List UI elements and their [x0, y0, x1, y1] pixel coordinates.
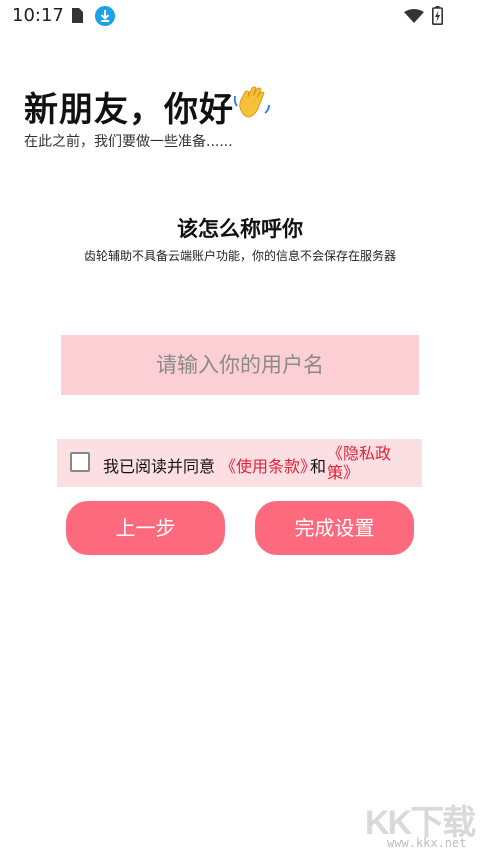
previous-step-button[interactable]: 上一步	[66, 501, 225, 555]
sim-card-icon	[72, 8, 83, 23]
watermark-url: www.kkx.net	[387, 836, 467, 850]
section-description: 齿轮辅助不具备云端账户功能，你的信息不会保存在服务器	[83, 249, 396, 263]
watermark: KK下载 www.kkx.net	[365, 795, 477, 853]
download-icon	[95, 6, 115, 26]
agree-conjunction-text: 和	[310, 457, 327, 476]
greeting-title: 新朋友，你好	[24, 90, 234, 130]
agree-checkbox[interactable]	[70, 452, 90, 472]
terms-of-use-link[interactable]: 《使用条款》	[220, 453, 316, 477]
waving-hand-icon	[233, 86, 270, 118]
status-time: 10:17	[12, 5, 64, 26]
privacy-policy-link[interactable]: 《隐私政策》	[327, 444, 397, 482]
agree-prefix-text: 我已阅读并同意	[103, 457, 216, 476]
section-title: 该怎么称呼你	[177, 217, 303, 241]
username-input[interactable]	[61, 335, 419, 395]
finish-setup-button[interactable]: 完成设置	[255, 501, 414, 555]
agreement-row: 我已阅读并同意 《使用条款》 和 《隐私政策》	[57, 439, 422, 487]
greeting-subtitle: 在此之前，我们要做一些准备......	[24, 134, 233, 150]
wifi-icon	[404, 9, 424, 23]
status-bar: 10:17	[0, 0, 480, 32]
battery-charging-icon	[432, 6, 443, 25]
